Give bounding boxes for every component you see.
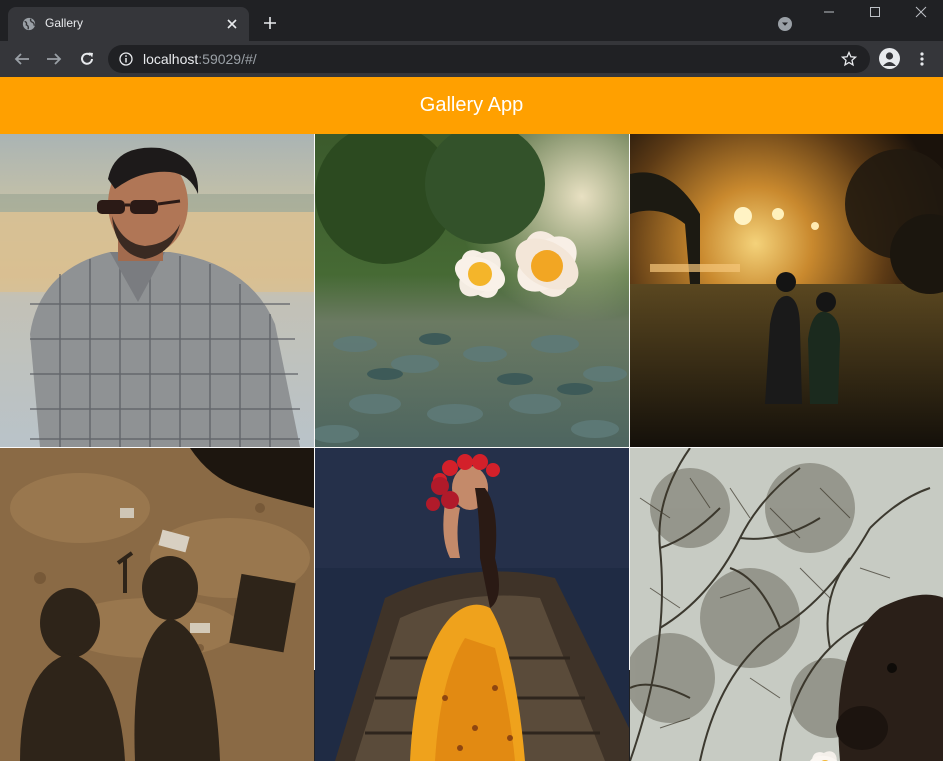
photo-tile-shadows-on-ground[interactable] [0,448,314,761]
new-tab-icon[interactable] [262,15,278,31]
more-menu-icon[interactable] [916,51,928,67]
forward-arrow-icon[interactable] [45,50,63,68]
maximize-icon[interactable] [868,5,882,19]
close-window-icon[interactable] [914,5,928,19]
photo-tile-frangipani-flowers[interactable] [315,134,629,447]
profile-avatar-icon[interactable] [879,48,900,69]
photo-tile-man-in-sunglasses[interactable] [0,134,314,447]
minimize-icon[interactable] [822,5,836,19]
close-tab-icon[interactable] [224,16,240,32]
gallery-grid [0,134,943,761]
browser-tab-strip: Gallery [0,0,943,41]
app-bar: Gallery App [0,77,943,134]
address-bar[interactable]: localhost:59029/#/ [108,45,870,73]
url-text: localhost:59029/#/ [143,51,257,67]
back-arrow-icon[interactable] [13,50,31,68]
globe-icon [22,17,36,31]
photo-tile-woman-in-boat[interactable] [315,448,629,761]
app-title: Gallery App [419,94,524,116]
bookmark-star-icon[interactable] [841,51,857,67]
photo-tile-couple-at-night[interactable] [630,134,943,447]
tab-title: Gallery [45,16,84,30]
reload-icon[interactable] [78,50,96,68]
photo-tile-trees-and-flower[interactable] [630,448,943,761]
url-host: localhost [143,51,199,67]
info-icon[interactable] [119,52,133,66]
tab-search-icon[interactable] [778,17,792,31]
url-path: :59029/#/ [198,51,257,67]
browser-tab[interactable]: Gallery [8,7,249,41]
browser-toolbar: localhost:59029/#/ [0,41,943,77]
